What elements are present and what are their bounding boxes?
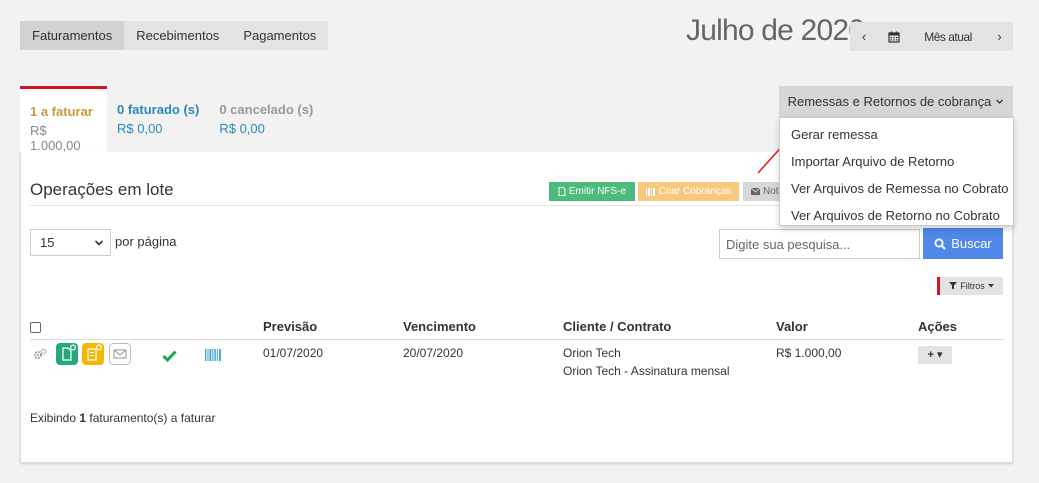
row-icons-cell [30,339,263,384]
emit-nfse-label: Emitir NFS-e [568,186,627,197]
select-all-checkbox[interactable] [30,322,41,334]
notify-button[interactable]: Not [743,182,783,201]
column-header-valor[interactable]: Valor [776,314,918,340]
current-month-button[interactable]: Mês atual [910,22,986,51]
status-tab-title: 0 cancelado (s) [219,102,314,117]
tab-recebimentos[interactable]: Recebimentos [124,21,232,50]
month-title: Julho de 2020 [686,14,865,47]
menu-item-importar-retorno[interactable]: Importar Arquivo de Retorno [780,148,1013,175]
table-header-row: Previsão Vencimento Cliente / Contrato V… [30,314,1003,340]
remessas-button-label: Remessas e Retornos de cobrança [787,94,992,109]
status-tab-cancelado[interactable]: 0 cancelado (s) R$ 0,00 [209,86,323,153]
document-icon [558,187,566,196]
status-tabs: 1 a faturar R$ 1.000,00 0 faturado (s) R… [20,86,323,153]
filters-label: Filtros [960,281,985,291]
filter-icon [949,282,958,290]
cell-valor: R$ 1.000,00 [776,345,842,360]
column-header-previsao[interactable]: Previsão [263,314,403,340]
column-header-acoes: Ações [918,314,1003,340]
caret-down-icon [987,284,994,288]
boleto-document-icon[interactable] [82,342,104,365]
contrato-name: Orion Tech - Assinatura mensal [563,363,730,378]
per-page-select[interactable]: 15 [30,229,111,256]
chevron-down-icon [94,239,104,246]
next-month-button[interactable]: › [986,22,1013,51]
divider [30,205,780,206]
envelope-icon [751,188,760,195]
invoice-document-icon[interactable] [56,342,78,365]
select-all-cell [30,314,263,340]
summary-suffix: faturamento(s) a faturar [86,411,216,425]
create-charges-button[interactable]: Criar Cobranças [638,182,739,201]
status-tab-value: R$ 0,00 [219,121,265,136]
month-nav: ‹ Mês atual › [850,22,1013,51]
results-summary: Exibindo 1 faturamento(s) a faturar [30,411,215,425]
barcode-icon [645,187,655,196]
column-header-cliente[interactable]: Cliente / Contrato [563,314,776,340]
table-row: 01/07/2020 20/07/2020 Orion Tech Orion T… [30,339,1003,384]
tab-pagamentos[interactable]: Pagamentos [231,21,329,50]
filters-button[interactable]: Filtros [937,277,1003,295]
calendar-icon [888,31,900,43]
menu-item-ver-retorno[interactable]: Ver Arquivos de Retorno no Cobrato [780,202,1013,229]
row-actions-button[interactable]: + ▾ [918,345,952,364]
notify-label: Not [763,186,779,197]
cliente-name: Orion Tech [563,345,621,360]
search-icon [934,238,946,250]
cell-previsao: 01/07/2020 [263,345,324,360]
column-header-vencimento[interactable]: Vencimento [403,314,563,340]
remessas-dropdown-button[interactable]: Remessas e Retornos de cobrança [779,86,1013,117]
status-tab-title: 1 a faturar [30,104,93,119]
search-button[interactable]: Buscar [923,228,1003,259]
cell-vencimento: 20/07/2020 [403,345,464,360]
barcode-icon[interactable] [205,348,222,361]
prev-month-button[interactable]: ‹ [850,22,878,51]
status-tab-a-faturar[interactable]: 1 a faturar R$ 1.000,00 [20,86,107,153]
chevron-down-icon [996,99,1004,104]
menu-item-ver-remessa[interactable]: Ver Arquivos de Remessa no Cobrato [780,175,1013,202]
invoices-table: Previsão Vencimento Cliente / Contrato V… [30,314,1003,384]
per-page-value: 15 [40,235,55,250]
remessas-dropdown-menu: Gerar remessa Importar Arquivo de Retorn… [779,117,1014,226]
gears-icon[interactable] [33,347,47,360]
emit-nfse-button[interactable]: Emitir NFS-e [549,182,635,201]
create-charges-label: Criar Cobranças [658,186,732,197]
status-tab-value: R$ 0,00 [117,121,163,136]
tab-faturamentos[interactable]: Faturamentos [20,21,125,50]
status-tab-faturado[interactable]: 0 faturado (s) R$ 0,00 [107,86,209,153]
search-button-label: Buscar [951,236,992,251]
top-tabs: Faturamentos Recebimentos Pagamentos [20,21,329,50]
per-page-label: por página [115,234,177,249]
operations-title: Operações em lote [30,180,174,199]
summary-prefix: Exibindo [30,411,80,425]
check-icon [162,349,177,362]
status-tab-value: R$ 1.000,00 [30,123,81,153]
cell-cliente: Orion Tech Orion Tech - Assinatura mensa… [563,339,776,384]
cell-acoes: + ▾ [918,339,1003,384]
status-tab-title: 0 faturado (s) [117,102,200,117]
email-icon[interactable] [109,342,131,365]
search-input[interactable] [719,229,920,259]
menu-item-gerar-remessa[interactable]: Gerar remessa [780,121,1013,148]
calendar-button[interactable] [878,22,910,51]
